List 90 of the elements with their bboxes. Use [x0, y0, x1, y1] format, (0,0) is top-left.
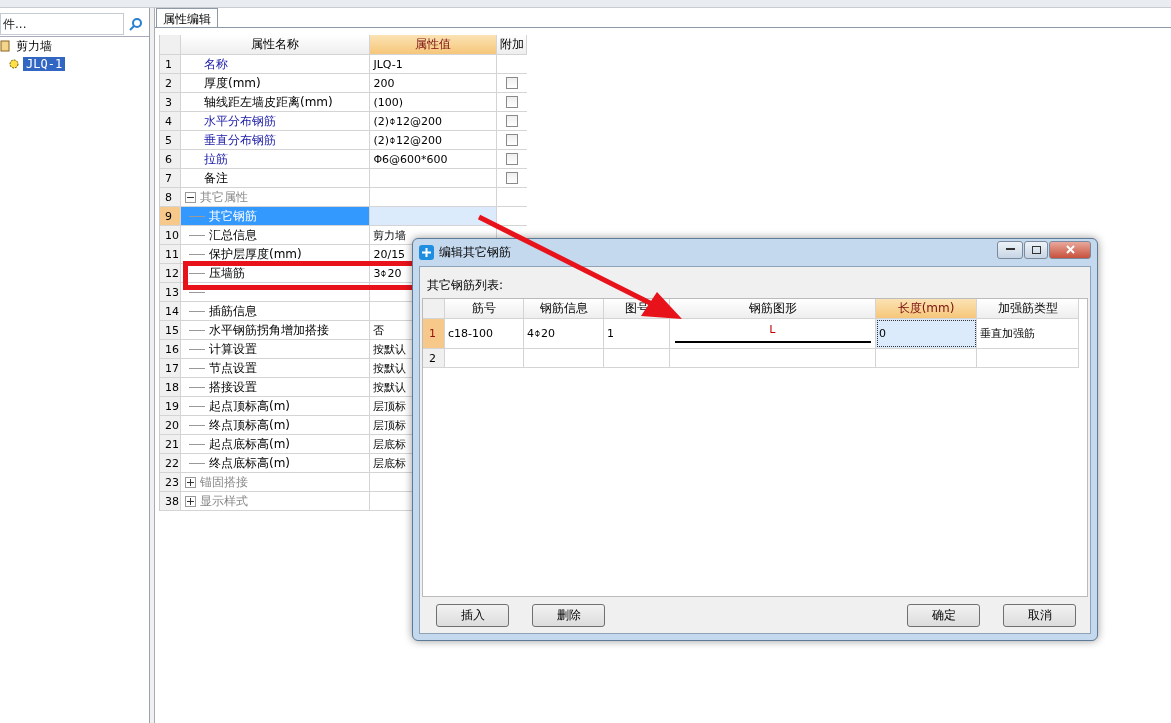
property-name: 垂直分布钢筋: [203, 131, 276, 149]
property-name: 其它属性: [199, 188, 248, 206]
property-name: 轴线距左墙皮距离(mm): [203, 93, 333, 111]
column-header: 长度(mm): [876, 299, 977, 318]
row-number: 13: [160, 283, 181, 301]
row-number: 7: [160, 169, 181, 187]
column-header: 钢筋信息: [524, 299, 604, 318]
close-icon: [1065, 245, 1075, 254]
dialog-button[interactable]: 插入: [436, 603, 509, 627]
row-number: 20: [160, 416, 181, 434]
column-header: 属性名称: [180, 35, 371, 54]
column-header: 附加: [497, 35, 527, 54]
expand-icon[interactable]: [184, 495, 196, 507]
property-name: 终点顶标高(m): [208, 416, 290, 434]
row-number: 12: [160, 264, 181, 282]
dialog-button[interactable]: 删除: [532, 603, 605, 627]
row-number: 9: [160, 207, 181, 225]
property-name: 其它钢筋: [208, 207, 257, 225]
property-name: 搭接设置: [208, 378, 257, 396]
dialog-button[interactable]: 确定: [907, 603, 980, 627]
row-number: 5: [160, 131, 181, 149]
shape-label: L: [769, 323, 776, 336]
search-icon[interactable]: [129, 16, 143, 31]
column-header: 钢筋图形: [670, 299, 876, 318]
maximize-icon: [1031, 245, 1041, 254]
row-number: 11: [160, 245, 181, 263]
table-cell: 4⌽20: [524, 319, 604, 348]
row-number: 16: [160, 340, 181, 358]
row-number: 38: [160, 492, 181, 510]
property-name: 名称: [203, 55, 228, 73]
row-number: 2: [160, 74, 181, 92]
close-button[interactable]: [1049, 240, 1091, 259]
table-cell: 0: [876, 319, 977, 348]
value-cell: JLQ-1: [370, 55, 498, 73]
tree-item[interactable]: JLQ-1: [23, 57, 66, 71]
property-name: 保护层厚度(mm): [208, 245, 302, 263]
property-name: 锚固搭接: [199, 473, 248, 491]
row-number: 15: [160, 321, 181, 339]
row-number: 21: [160, 435, 181, 453]
row-number: 4: [160, 112, 181, 130]
checkbox[interactable]: [506, 172, 519, 184]
row-number: 10: [160, 226, 181, 244]
property-name: 显示样式: [199, 492, 248, 510]
property-name: 插筋信息: [208, 302, 257, 320]
property-name: 汇总信息: [208, 226, 257, 244]
checkbox[interactable]: [506, 115, 519, 127]
row-number: 6: [160, 150, 181, 168]
property-name: 压墙筋: [208, 264, 245, 282]
tab[interactable]: 属性编辑: [156, 8, 218, 27]
checkbox[interactable]: [506, 96, 519, 108]
row-number: 18: [160, 378, 181, 396]
column-header: 属性值: [370, 35, 498, 54]
minimize-button[interactable]: [997, 240, 1023, 259]
property-name: 备注: [203, 169, 228, 187]
table-cell: c18-100: [445, 319, 524, 348]
property-name: 计算设置: [208, 340, 257, 358]
checkbox[interactable]: [506, 134, 519, 146]
collapse-icon[interactable]: [184, 191, 196, 203]
property-name: 起点底标高(m): [208, 435, 290, 453]
checkbox[interactable]: [506, 153, 519, 165]
maximize-button[interactable]: [1024, 240, 1048, 259]
property-name: 厚度(mm): [203, 74, 261, 92]
property-name: 终点底标高(m): [208, 454, 290, 472]
property-name: 起点顶标高(m): [208, 397, 290, 415]
app-icon: [419, 245, 434, 260]
checkbox[interactable]: [506, 77, 519, 89]
row-number: 19: [160, 397, 181, 415]
row-number: 17: [160, 359, 181, 377]
row-number: 1: [160, 55, 181, 73]
search-field[interactable]: 件...: [0, 12, 124, 35]
column-header: 筋号: [445, 299, 524, 318]
minimize-icon: [1005, 248, 1015, 251]
table-cell: 垂直加强筋: [977, 319, 1079, 348]
gear-icon: [8, 58, 20, 70]
folder-icon: [0, 40, 10, 52]
row-number: 2: [423, 349, 445, 367]
row-number: 22: [160, 454, 181, 472]
property-name: 节点设置: [208, 359, 257, 377]
row-number: 1: [423, 319, 445, 348]
row-number: 8: [160, 188, 181, 206]
column-header: 加强筋类型: [977, 299, 1079, 318]
expand-icon[interactable]: [184, 476, 196, 488]
row-number: 3: [160, 93, 181, 111]
dialog-button[interactable]: 取消: [1003, 603, 1076, 627]
tree-item[interactable]: 剪力墙: [13, 37, 55, 55]
property-name: 拉筋: [203, 150, 228, 168]
property-name: 水平分布钢筋: [203, 112, 276, 130]
row-number: 23: [160, 473, 181, 491]
row-number: 14: [160, 302, 181, 320]
property-name: 水平钢筋拐角增加搭接: [208, 321, 329, 339]
